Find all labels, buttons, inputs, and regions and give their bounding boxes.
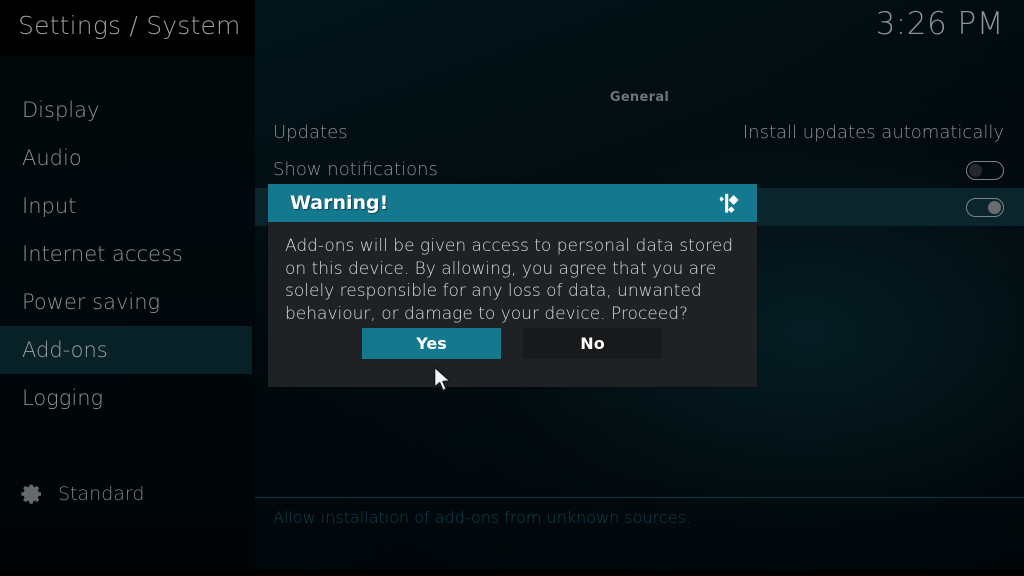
setting-help-text: Allow installation of add-ons from unkno…	[273, 508, 691, 527]
sidebar-item-power-saving[interactable]: Power saving	[0, 278, 252, 326]
kodi-logo-icon	[719, 193, 739, 213]
sidebar-item-label: Power saving	[22, 290, 161, 314]
dialog-title: Warning!	[290, 192, 389, 214]
dialog-header: Warning!	[268, 184, 757, 222]
no-button[interactable]: No	[523, 328, 662, 359]
sidebar-item-display[interactable]: Display	[0, 86, 252, 134]
sidebar-item-input[interactable]: Input	[0, 182, 252, 230]
toggle-knob	[969, 163, 982, 177]
setting-label: Updates	[273, 122, 348, 143]
mouse-cursor	[433, 366, 451, 392]
warning-dialog: Warning! Add-ons will be given access to…	[268, 184, 757, 387]
settings-category-sidebar: Display Audio Input Internet access Powe…	[0, 86, 252, 422]
settings-group-title: General	[609, 90, 670, 105]
setting-row-updates[interactable]: Updates Install updates automatically	[255, 114, 1024, 152]
breadcrumb: Settings / System	[18, 11, 241, 40]
show-notifications-toggle[interactable]	[966, 161, 1004, 180]
sidebar-item-label: Add-ons	[22, 338, 108, 362]
sidebar-item-label: Internet access	[22, 242, 183, 266]
sidebar-item-add-ons[interactable]: Add-ons	[0, 326, 252, 374]
footer-separator	[255, 497, 1024, 498]
kodi-settings-screen: Settings / System 3:26 PM Display Audio …	[0, 0, 1024, 576]
sidebar-item-label: Display	[22, 98, 100, 122]
sidebar-item-logging[interactable]: Logging	[0, 374, 252, 422]
toggle-knob	[988, 200, 1001, 214]
gear-icon	[21, 484, 41, 504]
sidebar-item-label: Logging	[22, 386, 104, 410]
sidebar-item-label: Audio	[22, 146, 82, 170]
sidebar-item-audio[interactable]: Audio	[0, 134, 252, 182]
settings-level-selector[interactable]: Standard	[0, 476, 252, 512]
settings-level-label: Standard	[58, 483, 145, 505]
sidebar-item-internet-access[interactable]: Internet access	[0, 230, 252, 278]
clock: 3:26 PM	[875, 6, 1004, 42]
yes-button[interactable]: Yes	[362, 328, 501, 359]
dialog-body: Add-ons will be given access to personal…	[268, 222, 757, 387]
unknown-sources-toggle[interactable]	[966, 198, 1004, 217]
window-header: Settings / System 3:26 PM	[0, 0, 1024, 56]
dialog-message: Add-ons will be given access to personal…	[285, 236, 734, 324]
sidebar-item-label: Input	[22, 194, 77, 218]
setting-value[interactable]: Install updates automatically	[743, 114, 1004, 152]
